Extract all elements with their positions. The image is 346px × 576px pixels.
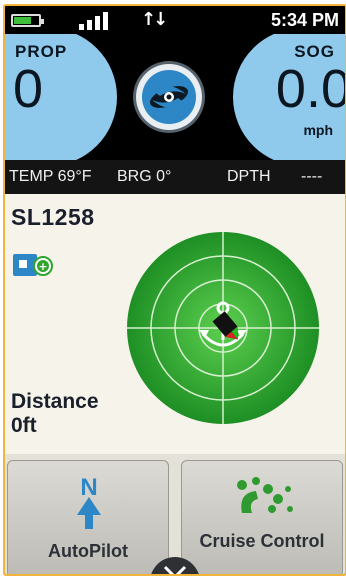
temp-readout: TEMP 69°F — [9, 168, 92, 185]
bearing-readout: BRG 0° — [117, 168, 172, 185]
app-screen: ↑↓ 5:34 PM PROP 0 SOG 0.0 mph TEMP 69°F … — [3, 4, 346, 576]
prop-gauge[interactable]: PROP 0 — [5, 34, 117, 160]
north-arrow-icon: N — [77, 475, 101, 529]
gauge-header: PROP 0 SOG 0.0 mph — [5, 34, 345, 160]
expand-drawer-button[interactable] — [150, 557, 200, 574]
device-id: SL1258 — [11, 204, 95, 230]
status-bar: ↑↓ 5:34 PM — [5, 6, 345, 34]
autopilot-button[interactable]: N AutoPilot — [7, 460, 169, 574]
main-panel: SL1258 + Distance 0ft — [5, 194, 345, 454]
distance-label: Distance — [11, 390, 99, 413]
data-transfer-icon: ↑↓ — [141, 9, 168, 30]
sog-gauge[interactable]: SOG 0.0 mph — [233, 34, 345, 160]
cruise-control-icon — [237, 477, 293, 513]
info-bar: TEMP 69°F BRG 0° DPTH ---- — [5, 160, 345, 194]
depth-value: ---- — [301, 168, 323, 185]
distance-value: 0ft — [11, 414, 37, 437]
battery-level — [14, 17, 31, 24]
prop-value: 0 — [13, 59, 44, 119]
sog-value: 0.0 — [275, 59, 345, 119]
chevron-down-icon — [163, 565, 187, 574]
depth-label: DPTH — [227, 168, 271, 185]
autopilot-label: AutoPilot — [48, 541, 128, 561]
cruise-control-label: Cruise Control — [199, 531, 325, 551]
remote-link-icon[interactable]: + — [13, 252, 53, 278]
signal-bars-icon — [79, 12, 119, 30]
cruise-control-button[interactable]: Cruise Control — [181, 460, 343, 574]
propeller-button[interactable] — [136, 64, 202, 130]
sog-unit: mph — [303, 122, 333, 138]
battery-icon — [11, 14, 44, 27]
clock: 5:34 PM — [270, 10, 339, 30]
svg-text:+: + — [38, 260, 47, 273]
anchor-radar[interactable] — [125, 230, 321, 426]
propeller-icon — [149, 85, 189, 109]
mode-button-bar: N AutoPilot Cruise Control — [5, 454, 345, 574]
